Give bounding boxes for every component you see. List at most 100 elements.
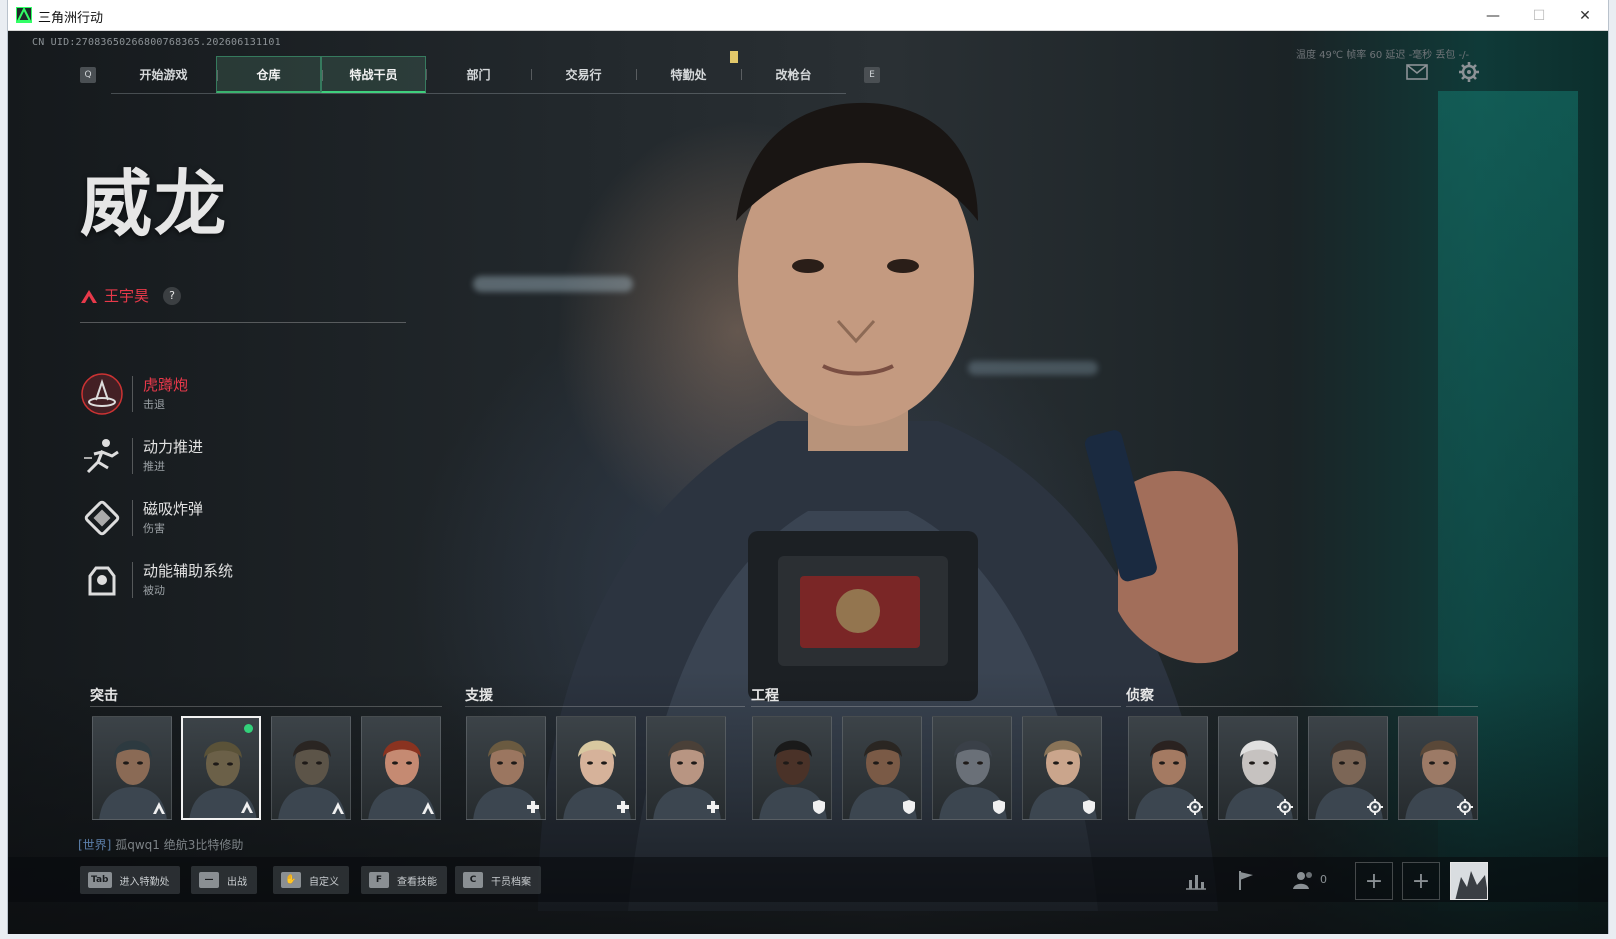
- hint-label: 进入特勤处: [119, 876, 170, 888]
- tab-warehouse[interactable]: 仓库: [216, 56, 321, 93]
- tab-department[interactable]: 部门: [426, 56, 531, 93]
- operator-card[interactable]: [932, 716, 1012, 820]
- hint-label: 查看技能: [397, 876, 437, 888]
- divider: [132, 500, 133, 536]
- chat-channel: [世界]: [78, 838, 112, 852]
- operator-card[interactable]: [181, 716, 261, 820]
- avatar[interactable]: [1450, 862, 1488, 900]
- recon-target-icon: [1187, 799, 1203, 815]
- hint-deploy[interactable]: — 出战: [191, 866, 257, 894]
- tab-gunsmith[interactable]: 改枪台: [741, 56, 846, 93]
- operator-card[interactable]: [752, 716, 832, 820]
- player-uid: CN UID:27083650266800768365.202606131101: [32, 37, 281, 48]
- skill-mortar[interactable]: 虎蹲炮 击退: [80, 372, 340, 422]
- assault-class-icon: [81, 289, 97, 303]
- add-teammate-button[interactable]: +: [1402, 862, 1440, 900]
- operator-card[interactable]: [92, 716, 172, 820]
- roster-group-assault: 突击: [90, 688, 118, 704]
- operator-card[interactable]: [1022, 716, 1102, 820]
- minimize-button[interactable]: —: [1470, 0, 1516, 31]
- skill-dash[interactable]: 动力推进 推进: [80, 434, 340, 484]
- operator-card[interactable]: [842, 716, 922, 820]
- chat-line[interactable]: [世界] 孤qwq1 绝航3比特修助: [78, 836, 243, 853]
- roster-group-engineer: 工程: [751, 688, 779, 704]
- operator-card[interactable]: [646, 716, 726, 820]
- operator-card[interactable]: [556, 716, 636, 820]
- key-hint: —: [199, 872, 219, 888]
- add-teammate-button[interactable]: +: [1355, 862, 1393, 900]
- engineer-shield-icon: [1083, 800, 1095, 814]
- gear-icon[interactable]: [1458, 61, 1480, 83]
- skill-type: 推进: [143, 460, 165, 473]
- support-cross-icon: [527, 801, 539, 813]
- divider: [80, 322, 406, 323]
- assault-chevron-icon: [153, 802, 165, 814]
- skill-exo-system[interactable]: 动能辅助系统 被动: [80, 558, 340, 608]
- prev-tab-key[interactable]: Q: [80, 67, 96, 83]
- party-count: 0: [1320, 873, 1327, 886]
- event-marker-icon[interactable]: [730, 51, 738, 63]
- hint-label: 自定义: [309, 876, 339, 888]
- engineer-shield-icon: [903, 800, 915, 814]
- assault-chevron-icon: [241, 801, 253, 813]
- key-hint: C: [463, 872, 483, 888]
- hint-label: 出战: [227, 876, 247, 888]
- divider: [132, 438, 133, 474]
- operator-card[interactable]: [361, 716, 441, 820]
- assault-chevron-icon: [332, 802, 344, 814]
- key-hint: Tab: [88, 872, 112, 888]
- help-icon[interactable]: ?: [163, 286, 182, 305]
- window-title: 三角洲行动: [38, 10, 104, 25]
- tab-special-ops[interactable]: 特勤处: [636, 56, 741, 93]
- maximize-button[interactable]: ☐: [1516, 0, 1562, 31]
- tab-start-game[interactable]: 开始游戏: [111, 56, 216, 93]
- skill-name: 磁吸炸弹: [143, 500, 204, 518]
- chat-message: 孤qwq1 绝航3比特修助: [115, 838, 244, 852]
- hint-operator-profile[interactable]: C 干员档案: [455, 866, 541, 894]
- tab-operators[interactable]: 特战干员: [321, 56, 426, 93]
- roster-group-support: 支援: [465, 688, 493, 704]
- support-cross-icon: [617, 801, 629, 813]
- operator-card[interactable]: [1218, 716, 1298, 820]
- title-bar: 三角洲行动 — ☐ ✕: [8, 0, 1608, 31]
- dash-icon: [84, 439, 119, 474]
- operator-card[interactable]: [1398, 716, 1478, 820]
- game-window: 三角洲行动 — ☐ ✕ CN UID:27083650266800768365.: [8, 0, 1608, 934]
- actor-row: 王宇昊 ?: [80, 285, 182, 306]
- hint-view-skills[interactable]: F 查看技能: [361, 866, 447, 894]
- new-indicator: [244, 724, 253, 733]
- tab-market[interactable]: 交易行: [531, 56, 636, 93]
- operator-card[interactable]: [1308, 716, 1388, 820]
- app-logo-icon: [16, 7, 32, 23]
- mail-icon[interactable]: [1406, 64, 1428, 80]
- perf-stats: 温度 49℃ 帧率 60 延迟 -毫秒 丢包 -/-: [1296, 50, 1470, 61]
- operator-card[interactable]: [271, 716, 351, 820]
- desktop-bottom-edge: [0, 934, 1616, 939]
- engineer-shield-icon: [993, 800, 1005, 814]
- skill-type: 伤害: [143, 522, 165, 535]
- flag-icon[interactable]: [1234, 869, 1258, 891]
- operator-card[interactable]: [466, 716, 546, 820]
- close-button[interactable]: ✕: [1562, 0, 1608, 31]
- support-cross-icon: [707, 801, 719, 813]
- hint-customize[interactable]: ✋ 自定义: [273, 866, 349, 894]
- next-tab-key[interactable]: E: [864, 67, 880, 83]
- stats-chart-icon[interactable]: [1184, 869, 1208, 891]
- party-icon[interactable]: [1292, 869, 1316, 891]
- skill-name: 虎蹲炮: [143, 376, 189, 394]
- hint-label: 干员档案: [491, 876, 531, 888]
- recon-target-icon: [1457, 799, 1473, 815]
- divider: [132, 376, 133, 412]
- key-hint: ✋: [281, 872, 301, 888]
- hint-enter-special-ops[interactable]: Tab 进入特勤处: [80, 866, 180, 894]
- magnet-bomb-icon: [84, 500, 120, 536]
- skill-magnet-bomb[interactable]: 磁吸炸弹 伤害: [80, 496, 340, 546]
- skill-name: 动能辅助系统: [143, 562, 234, 580]
- operator-card[interactable]: [1128, 716, 1208, 820]
- divider: [465, 706, 745, 707]
- roster-group-recon: 侦察: [1126, 688, 1154, 704]
- key-hint: F: [369, 872, 389, 888]
- avatar-image: [1451, 863, 1487, 899]
- voice-actor-name: 王宇昊: [104, 287, 150, 305]
- operator-name: 威龙: [80, 162, 229, 246]
